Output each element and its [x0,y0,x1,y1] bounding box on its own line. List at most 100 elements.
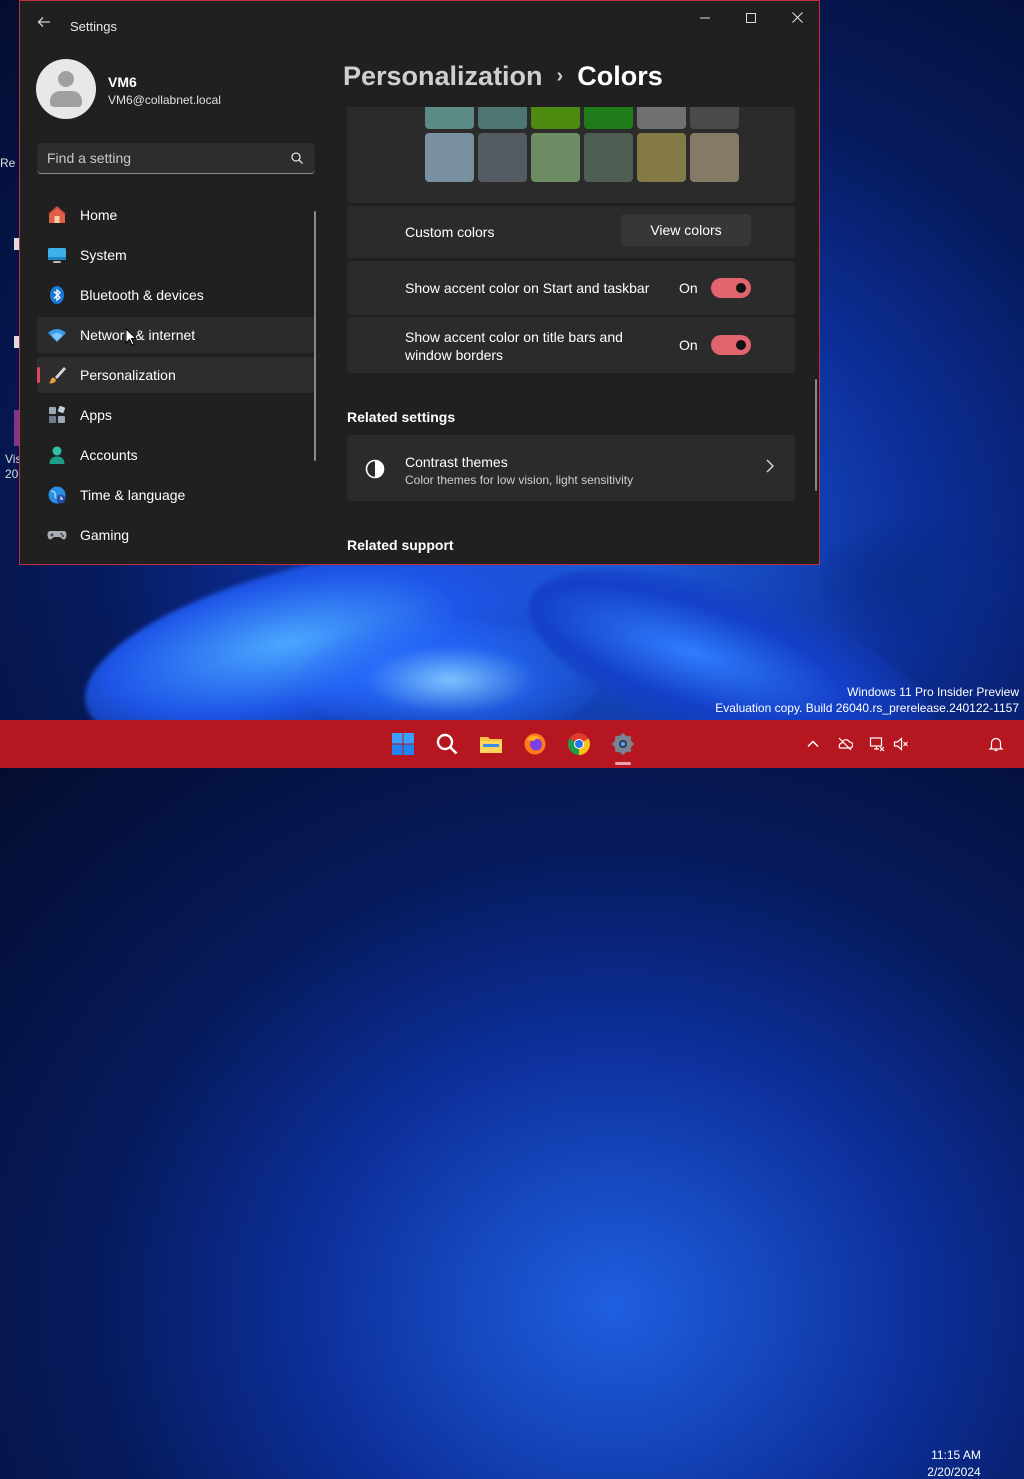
settings-window: Settings VM6 VM6@collabnet.local Home Sy… [19,0,820,565]
page-title: Colors [577,61,663,91]
settings-icon[interactable] [611,732,635,756]
sidebar-item-label: Bluetooth & devices [80,287,204,303]
sidebar-item-gaming[interactable]: Gaming [37,517,315,553]
wifi-icon [48,329,66,342]
accent-start-taskbar-label: Show accent color on Start and taskbar [405,280,650,296]
accent-color-swatch[interactable] [584,107,633,129]
start-icon[interactable] [391,732,415,756]
gamepad-icon [47,531,67,540]
accent-color-swatch[interactable] [478,107,527,129]
toggle-state-label: On [679,337,698,353]
sidebar-item-time-language[interactable]: Time & language [37,477,315,513]
sidebar-item-network[interactable]: Network & internet [37,317,315,353]
clock-time[interactable]: 11:15 AM [930,1448,982,1462]
back-button[interactable] [34,15,54,35]
toggle-knob [736,340,746,350]
contrast-themes-link[interactable]: Contrast themes Color themes for low vis… [347,435,795,501]
accent-color-swatch[interactable] [531,107,580,129]
accent-color-swatch[interactable] [478,133,527,182]
sidebar-item-apps[interactable]: Apps [37,397,315,433]
search-icon[interactable] [435,732,459,756]
sidebar-item-label: Personalization [80,367,176,383]
desktop-icon-label[interactable]: Re [0,156,15,170]
onedrive-icon[interactable] [837,736,853,752]
accent-color-swatch[interactable] [425,107,474,129]
chrome-icon[interactable] [567,732,591,756]
accent-color-swatch[interactable] [690,133,739,182]
breadcrumb: Personalization › Colors [343,61,663,92]
sidebar-item-label: Home [80,207,118,223]
accent-title-bars-toggle[interactable] [711,335,751,355]
bluetooth-icon [50,286,64,304]
minimize-icon [700,17,710,19]
close-button[interactable] [774,7,819,29]
sidebar-item-label: Accounts [80,447,138,463]
window-title: Settings [70,19,117,34]
custom-colors-label: Custom colors [405,224,495,240]
search-input[interactable] [47,150,277,166]
watermark-line-2: Evaluation copy. Build 26040.rs_prerelea… [715,701,1019,715]
back-arrow-icon [37,17,50,27]
accent-title-bars-label: Show accent color on title bars and wind… [405,329,623,363]
volume-muted-icon[interactable] [893,736,909,752]
desktop-icon-label[interactable]: 20 [5,467,18,481]
clock-date[interactable]: 2/20/2024 [922,1465,986,1479]
user-email: VM6@collabnet.local [108,93,221,107]
notification-icon[interactable] [988,736,1004,752]
sidebar-item-label: Network & internet [80,327,196,343]
search-box[interactable] [37,143,315,174]
accent-color-swatch[interactable] [531,133,580,182]
breadcrumb-separator: › [556,65,564,87]
person-icon [49,446,65,464]
breadcrumb-parent[interactable]: Personalization [343,61,543,91]
contrast-themes-subtitle: Color themes for low vision, light sensi… [405,473,634,487]
firefox-icon[interactable] [523,732,547,756]
avatar-body [50,91,82,107]
sidebar-item-home[interactable]: Home [37,197,315,233]
file-explorer-icon[interactable] [479,732,503,756]
avatar[interactable] [36,59,96,119]
active-app-indicator [615,762,631,765]
related-support-heading: Related support [347,537,454,553]
network-icon[interactable] [869,736,885,752]
content-scrollbar[interactable] [815,379,817,491]
maximize-icon [746,13,756,23]
sidebar-scrollbar[interactable] [314,211,316,461]
sidebar-item-label: Gaming [80,527,130,543]
search-icon[interactable] [290,151,304,165]
user-name: VM6 [108,74,137,90]
accent-color-grid [347,107,795,203]
accent-color-swatch[interactable] [425,133,474,182]
sidebar-item-bluetooth[interactable]: Bluetooth & devices [37,277,315,313]
chevron-right-icon [766,459,774,473]
watermark-line-1: Windows 11 Pro Insider Preview [847,685,1019,699]
maximize-button[interactable] [728,7,774,29]
sidebar-item-accounts[interactable]: Accounts [37,437,315,473]
accent-start-taskbar-toggle[interactable] [711,278,751,298]
view-colors-button[interactable]: View colors [621,214,751,246]
chevron-up-icon[interactable] [805,736,821,752]
apps-icon [49,405,66,423]
accent-color-swatch[interactable] [637,133,686,182]
accent-color-swatch[interactable] [637,107,686,129]
sidebar-item-label: System [80,247,127,263]
accent-color-swatch[interactable] [690,107,739,129]
sidebar-item-label: Time & language [80,487,186,503]
globe-icon [48,486,66,504]
close-icon [791,12,803,23]
system-icon [48,248,66,263]
sidebar-item-label: Apps [80,407,112,423]
custom-colors-row: Custom colors View colors [347,206,795,258]
contrast-themes-title: Contrast themes [405,454,508,470]
title-bar[interactable]: Settings [20,1,819,49]
minimize-button[interactable] [682,7,728,29]
sidebar-item-system[interactable]: System [37,237,315,273]
toggle-knob [736,283,746,293]
accent-start-taskbar-row: Show accent color on Start and taskbar O… [347,261,795,315]
taskbar: 11:15 AM 2/20/2024 [0,720,1024,1479]
accent-color-swatch[interactable] [584,133,633,182]
sidebar-item-personalization[interactable]: Personalization [37,357,315,393]
wallpaper-bloom [820,520,1020,640]
avatar-head [58,71,74,87]
sidebar-nav: Home System Bluetooth & devices Network … [37,197,315,557]
